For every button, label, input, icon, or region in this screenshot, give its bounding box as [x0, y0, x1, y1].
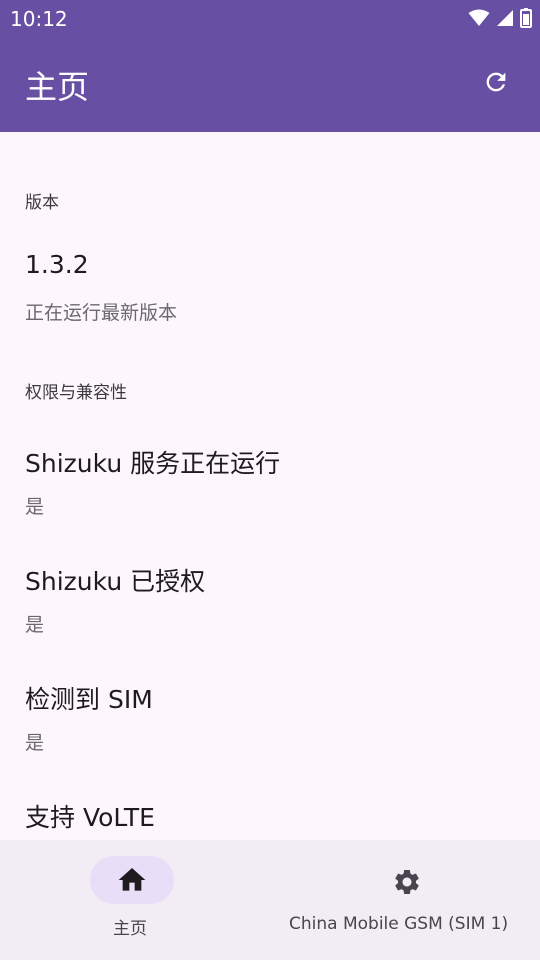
gear-icon [391, 866, 423, 898]
nav-label-home: 主页 [113, 919, 147, 939]
page-title: 主页 [25, 68, 90, 106]
battery-icon [520, 8, 532, 32]
home-icon [116, 864, 148, 896]
refresh-icon [482, 68, 510, 100]
shizuku-authorized-title: Shizuku 已授权 [25, 567, 206, 596]
app-bar: 10:12 主页 [0, 0, 540, 132]
cellular-signal-icon [496, 9, 514, 31]
nav-item-home[interactable]: 主页 [0, 840, 264, 960]
status-bar: 10:12 [0, 0, 540, 36]
shizuku-service-title: Shizuku 服务正在运行 [25, 449, 281, 478]
shizuku-authorized-value: 是 [25, 614, 45, 636]
volte-support-title: 支持 VoLTE [25, 803, 155, 832]
sim-detected-value: 是 [25, 732, 45, 754]
version-value: 1.3.2 [25, 250, 89, 279]
status-time: 10:12 [10, 7, 68, 31]
sim-detected-title: 检测到 SIM [25, 685, 153, 714]
home-content: 版本 1.3.2 正在运行最新版本 权限与兼容性 Shizuku 服务正在运行 … [0, 132, 540, 840]
version-status: 正在运行最新版本 [25, 302, 178, 324]
section-header-permissions: 权限与兼容性 [25, 383, 127, 403]
section-header-version: 版本 [25, 193, 59, 213]
bottom-navigation: 主页 China Mobile GSM (SIM 1) [0, 840, 540, 960]
refresh-button[interactable] [478, 66, 514, 102]
wifi-icon [468, 9, 490, 31]
nav-item-sim-settings[interactable]: China Mobile GSM (SIM 1) [270, 840, 540, 960]
status-icons [468, 8, 532, 32]
shizuku-service-value: 是 [25, 496, 45, 518]
nav-label-sim: China Mobile GSM (SIM 1) [289, 914, 509, 934]
